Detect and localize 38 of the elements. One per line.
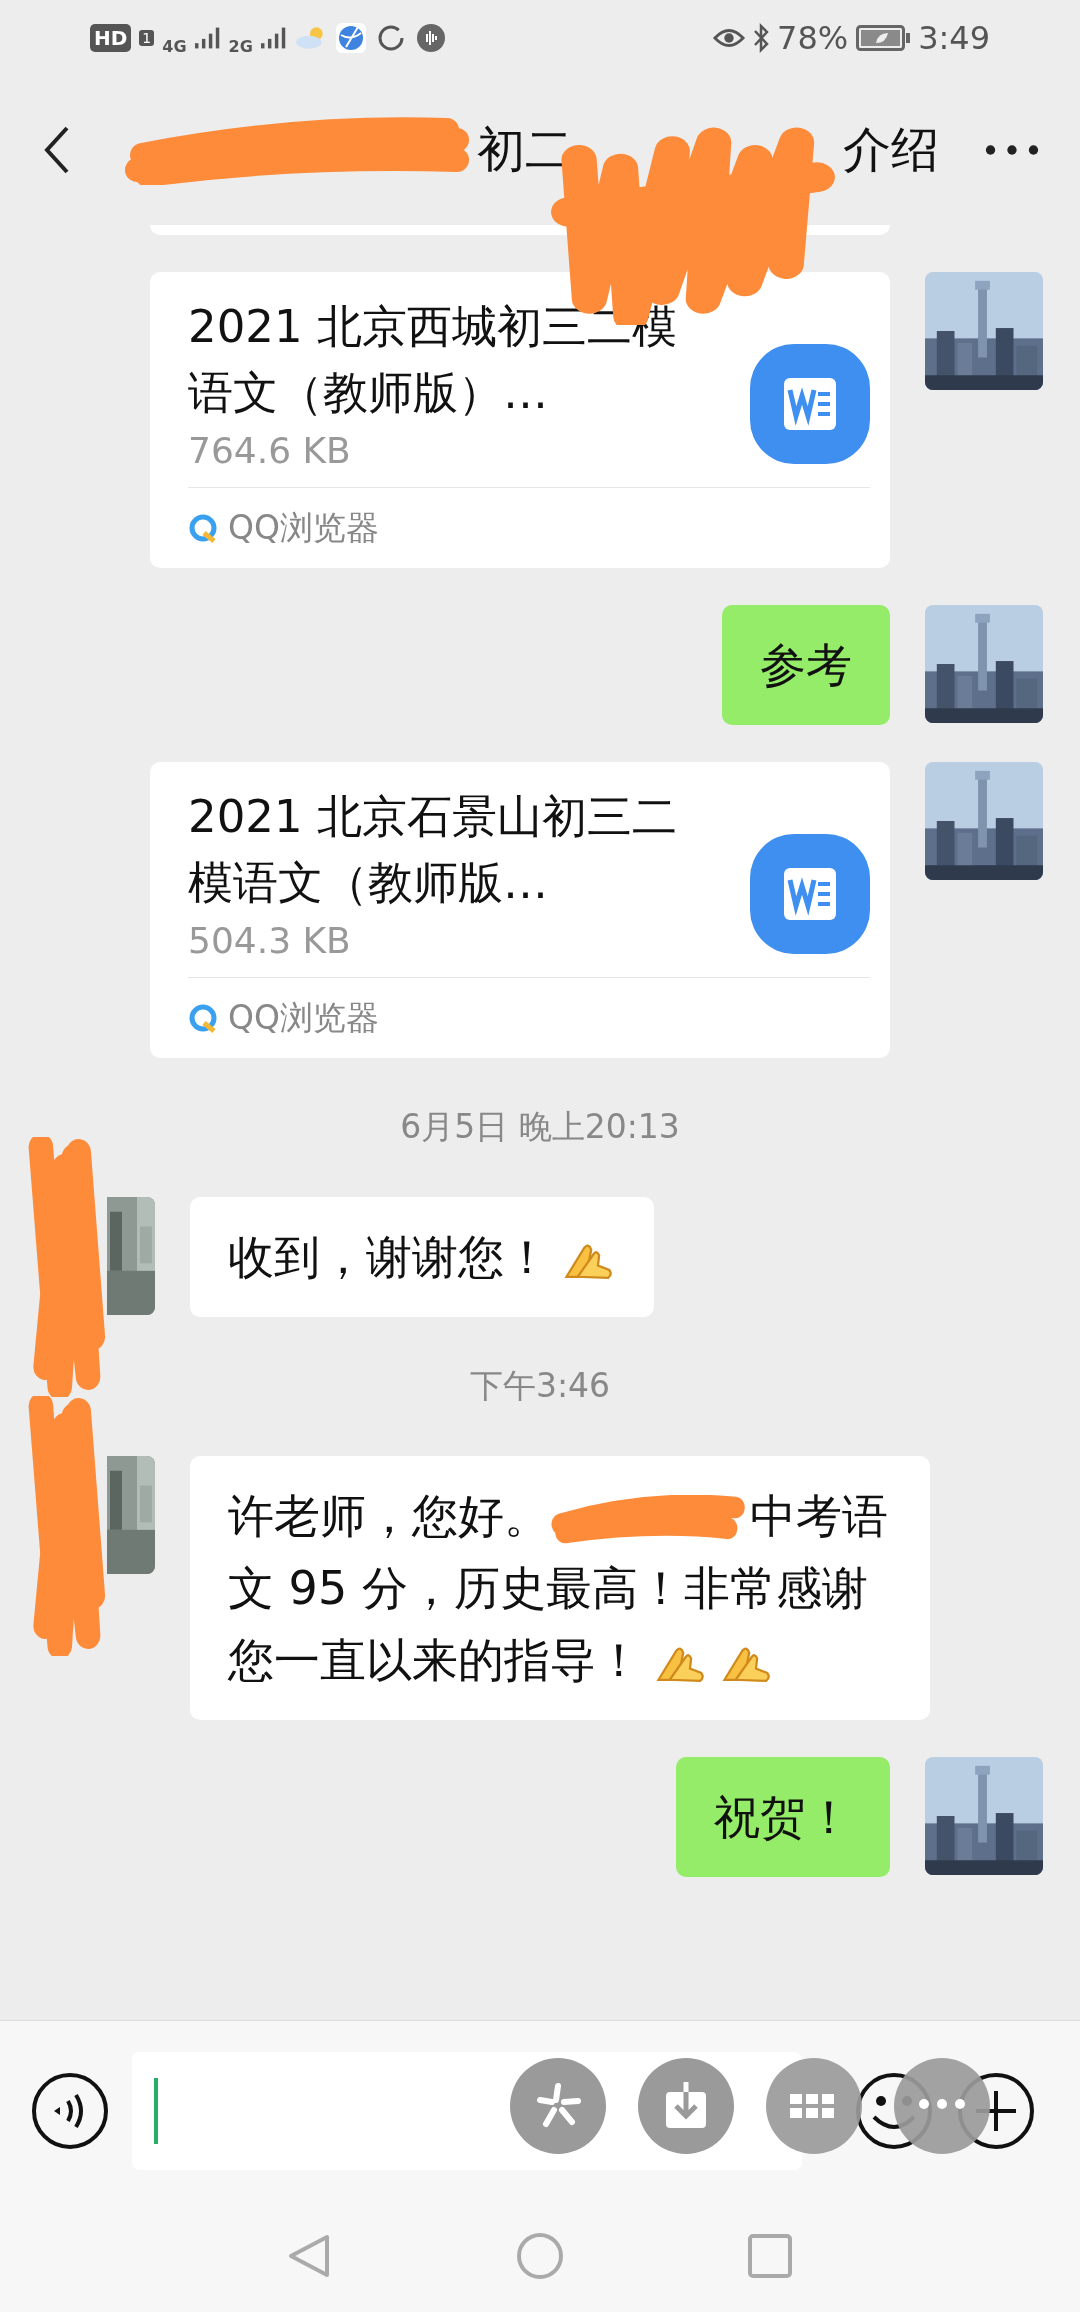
source-app: QQ浏览器 [228,506,379,549]
message-text: 参考 [760,637,852,694]
word-file-icon [750,834,870,954]
message-text: 收到，谢谢您！ [228,1221,616,1293]
file-size: 504.3 KB [188,920,352,961]
battery-icon [856,24,911,51]
signal-icon [194,26,221,49]
recents-nav-icon[interactable] [745,2231,795,2281]
file-name: 2021 北京石景山初三二模语文（教师版… [188,789,678,911]
grid-button-icon[interactable] [766,2058,862,2154]
download-button-icon[interactable] [638,2058,734,2154]
file-card[interactable]: 2021 北京石景山初三二模语文（教师版… 504.3 KB QQ浏览器 [150,762,890,1058]
sparkle-button-icon[interactable] [510,2058,606,2154]
sound-wave-icon [414,22,447,53]
message-text: 祝贺！ [714,1789,852,1846]
word-file-icon [750,344,870,464]
timestamp: 下午3:46 [469,1365,611,1407]
sim-number: 1 [139,29,155,46]
globe-icon [334,22,367,53]
browser-icon [188,513,218,543]
home-nav-icon[interactable] [515,2231,565,2281]
network-label: 4G [162,37,187,56]
chat-title: 介绍 [843,120,939,179]
bluetooth-icon [753,22,769,53]
browser-icon [188,1003,218,1033]
network-label: 2G [228,37,253,56]
file-size: 764.6 KB [188,430,352,471]
battery-percentage: 78% [777,18,849,57]
timestamp: 6月5日 晚上20:13 [400,1106,680,1148]
message-text: 许老师，您好。 中考语文 95 分，历史最高！非常感谢您一直以来的指导！ [228,1488,889,1689]
voice-icon[interactable] [30,2070,110,2151]
more-button-icon[interactable] [894,2058,990,2154]
more-icon[interactable] [984,143,1040,157]
hd-badge: HD [90,23,132,52]
clock-time: 3:49 [918,18,990,57]
file-card[interactable] [150,225,890,235]
signal-icon [260,26,287,49]
source-app: QQ浏览器 [228,996,379,1039]
